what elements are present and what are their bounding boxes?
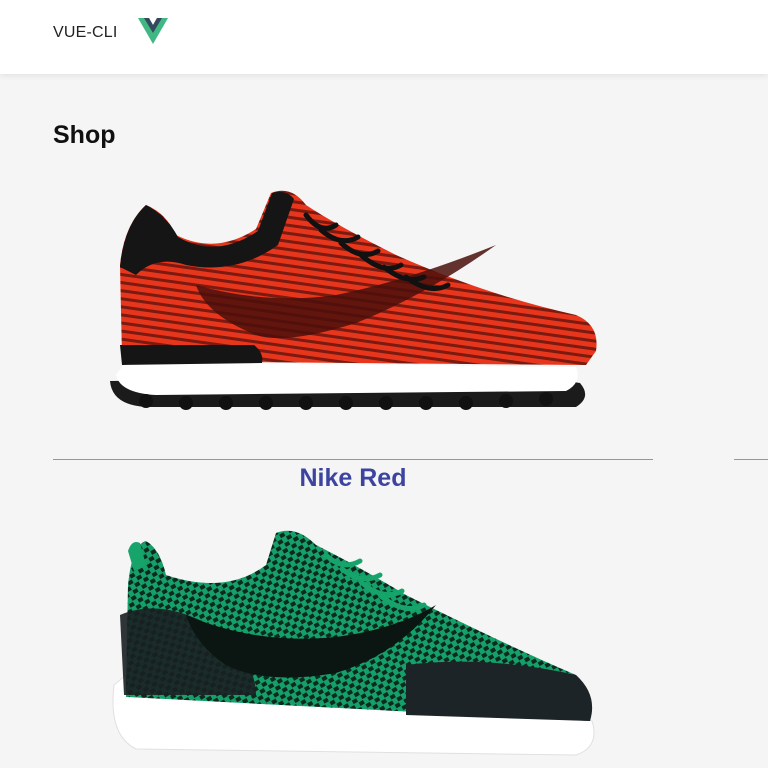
top-navbar: VUE-CLI	[0, 0, 768, 74]
brand-name[interactable]: VUE-CLI	[53, 24, 118, 42]
green-sneaker-image[interactable]	[106, 525, 602, 768]
page-title: Shop	[53, 121, 116, 149]
red-sneaker-image[interactable]	[106, 185, 602, 413]
vue-logo-icon[interactable]	[138, 18, 168, 44]
product-name-link[interactable]: Nike Red	[53, 464, 653, 493]
product-divider-next	[734, 459, 768, 460]
product-divider	[53, 459, 653, 460]
